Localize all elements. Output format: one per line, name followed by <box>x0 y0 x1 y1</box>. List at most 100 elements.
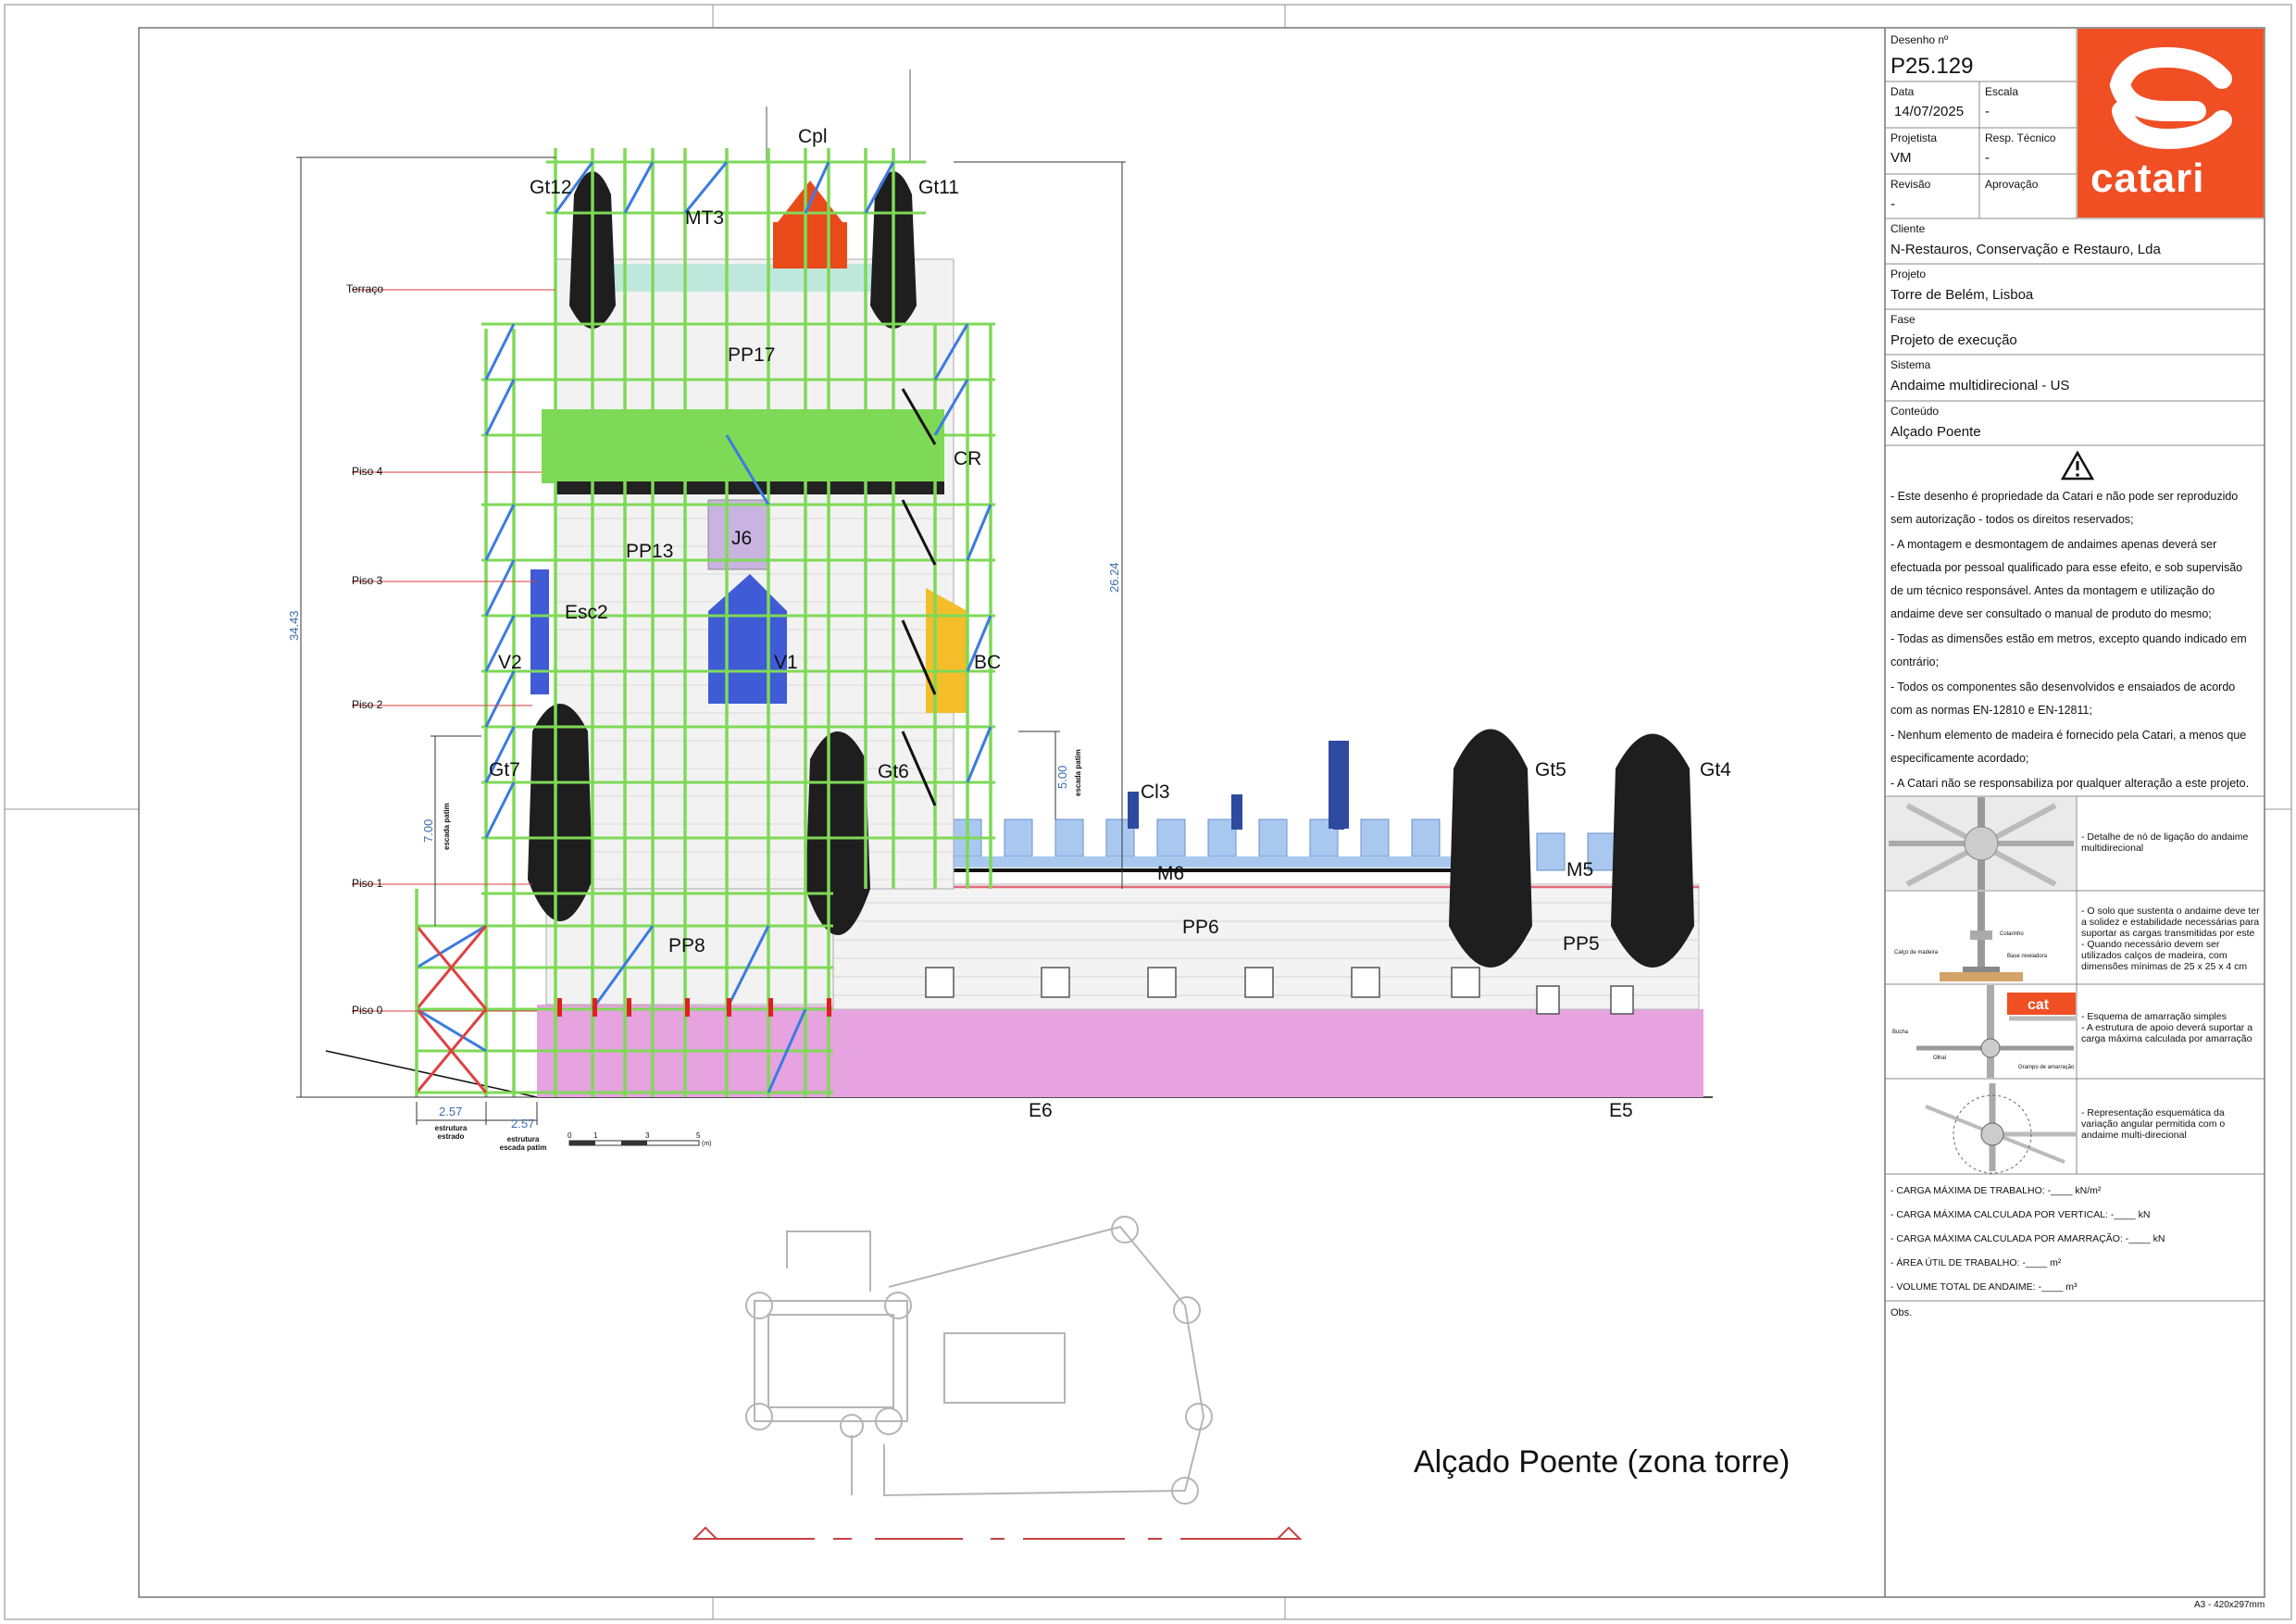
designer-label: Projetista <box>1890 131 1938 144</box>
paper-size: A3 - 420x297mm <box>2194 1600 2265 1610</box>
tag-cl3: Cl3 <box>1141 781 1170 803</box>
notes-list: - Este desenho é propriedade da Catari e… <box>1890 485 2256 797</box>
dim-landing-label: escada patim <box>443 803 451 850</box>
tag-cpl: Cpl <box>798 126 828 147</box>
obs-label: Obs. <box>1890 1307 1913 1318</box>
tag-m5: M5 <box>1566 859 1594 881</box>
system-value: Andaime multidirecional - US <box>1890 378 2070 394</box>
detail-tie-image: cat <box>1886 985 2076 1078</box>
dim-upper-gap: 5.00 <box>1055 765 1069 789</box>
drawing-number-label: Desenho nº <box>1890 33 1949 46</box>
tag-v2: V2 <box>498 652 522 673</box>
tag-pp17: PP17 <box>728 344 776 366</box>
detail-label-colarinho: Colarinho <box>2000 931 2024 937</box>
load-item: - CARGA MÁXIMA CALCULADA POR AMARRAÇÃO: … <box>1890 1233 2165 1244</box>
tag-gt11: Gt11 <box>918 177 959 198</box>
detail-label-bucha: Bucha <box>1892 1030 1909 1035</box>
project-value: Torre de Belém, Lisboa <box>1890 287 2034 303</box>
dim-landing-height: 7.00 <box>421 818 435 843</box>
phase-label: Fase <box>1890 313 1915 326</box>
dim-width-a-label: estrutura estrado <box>434 1124 468 1141</box>
warning-icon-shape <box>2060 450 2095 481</box>
tech-value: - <box>1985 150 1990 166</box>
detail-label-grampo: Grampo de amarração <box>2018 1065 2075 1070</box>
level-piso-0: Piso 0 <box>352 1004 383 1017</box>
catari-logo-text: catari <box>2090 156 2205 201</box>
dim-tower-height: 26.24 <box>1107 562 1121 593</box>
detail-node-image <box>1886 797 2076 890</box>
date-value: 14/07/2025 <box>1894 104 1965 119</box>
tag-mt3: MT3 <box>685 207 724 229</box>
detail-base-caption: - O solo que sustenta o andaime deve ter… <box>2081 906 2260 972</box>
tag-pp13: PP13 <box>626 541 674 562</box>
tag-gt5: Gt5 <box>1535 759 1566 781</box>
client-value: N-Restauros, Conservação e Restauro, Lda <box>1890 242 2161 257</box>
system-label: Sistema <box>1890 358 1931 371</box>
dim-width-b-label: estrutura escada patim <box>499 1135 547 1152</box>
level-piso-4: Piso 4 <box>352 465 383 478</box>
detail-label-calco: Calço de madeira <box>1894 950 1939 956</box>
scale-tick: 0 <box>568 1131 572 1140</box>
tag-e5: E5 <box>1609 1100 1633 1121</box>
client-label: Cliente <box>1890 222 1926 235</box>
note-item: - A Catari não se responsabiliza por qua… <box>1890 777 2250 790</box>
scale-tick: 3 <box>645 1131 650 1140</box>
detail-label-base: Base niveladora <box>2007 954 2048 959</box>
phase-value: Projeto de execução <box>1890 332 2017 348</box>
level-terraco: Terraço <box>346 282 384 295</box>
level-piso-3: Piso 3 <box>352 574 383 587</box>
load-item: - ÁREA ÚTIL DE TRABALHO: -____ m² <box>1890 1257 2062 1268</box>
tag-m6: M6 <box>1157 863 1185 884</box>
project-label: Projeto <box>1890 268 1927 281</box>
note-item: - Todos os componentes são desenvolvidos… <box>1890 681 2236 717</box>
date-label: Data <box>1890 85 1915 98</box>
scale-tick: 1 <box>593 1131 598 1140</box>
detail-angle-caption: - Representação esquemática da variação … <box>2081 1107 2226 1141</box>
detail-tie-caption: - Esquema de amarração simples - A estru… <box>2081 1011 2253 1044</box>
note-item: - Nenhum elemento de madeira é fornecido… <box>1890 729 2247 765</box>
scale-value: - <box>1985 104 1990 119</box>
note-item: - Este desenho é propriedade da Catari e… <box>1890 490 2239 526</box>
dim-upper-label: escada patim <box>1074 749 1082 796</box>
tag-gt6: Gt6 <box>878 761 909 782</box>
svg-text:cat: cat <box>2028 997 2050 1013</box>
tag-esc2: Esc2 <box>565 602 608 623</box>
approval-label: Aprovação <box>1985 178 2039 191</box>
tag-v1: V1 <box>774 652 798 673</box>
tag-gt7: Gt7 <box>489 759 520 781</box>
dim-width-b: 2.57 <box>511 1117 535 1131</box>
plan-view <box>745 1216 1213 1505</box>
revision-label: Revisão <box>1890 178 1931 191</box>
scale-tick: 5 <box>696 1131 701 1140</box>
tag-j6: J6 <box>731 528 753 549</box>
drawing-number: P25.129 <box>1890 54 1974 79</box>
tag-e6: E6 <box>1029 1100 1053 1121</box>
detail-node-caption: - Detalhe de nó de ligação do andaime mu… <box>2081 831 2249 854</box>
tag-pp6: PP6 <box>1182 917 1219 938</box>
drawing-title: Alçado Poente (zona torre) <box>1414 1444 1791 1480</box>
tag-pp8: PP8 <box>668 935 705 956</box>
note-item: - A montagem e desmontagem de andaimes a… <box>1890 538 2243 620</box>
tag-gt12: Gt12 <box>530 177 572 198</box>
level-piso-1: Piso 1 <box>352 877 383 890</box>
content-label: Conteúdo <box>1890 405 1940 418</box>
scale-label: Escala <box>1985 85 2019 98</box>
scale-unit: (m) <box>702 1141 712 1147</box>
detail-base-image <box>1886 892 2076 983</box>
content-value: Alçado Poente <box>1890 424 1981 440</box>
tag-gt4: Gt4 <box>1700 759 1731 781</box>
tech-label: Resp. Técnico <box>1985 131 2056 144</box>
level-piso-2: Piso 2 <box>352 698 383 711</box>
note-item: - Todas as dimensões estão em metros, ex… <box>1890 632 2247 668</box>
revision-value: - <box>1890 196 1895 212</box>
tag-pp5: PP5 <box>1563 933 1600 955</box>
designer-value: VM <box>1890 150 1912 166</box>
load-item: - VOLUME TOTAL DE ANDAIME: -____ m³ <box>1890 1281 2078 1293</box>
dim-total-height: 34.43 <box>287 610 301 641</box>
detail-angle-image <box>1886 1080 2076 1174</box>
tag-cr: CR <box>954 448 982 469</box>
detail-label-olhal: Olhal <box>1933 1056 1947 1061</box>
tag-bc: BC <box>974 652 1002 673</box>
load-item: - CARGA MÁXIMA CALCULADA POR VERTICAL: -… <box>1890 1209 2151 1220</box>
load-item: - CARGA MÁXIMA DE TRABALHO: -____ kN/m² <box>1890 1185 2102 1196</box>
